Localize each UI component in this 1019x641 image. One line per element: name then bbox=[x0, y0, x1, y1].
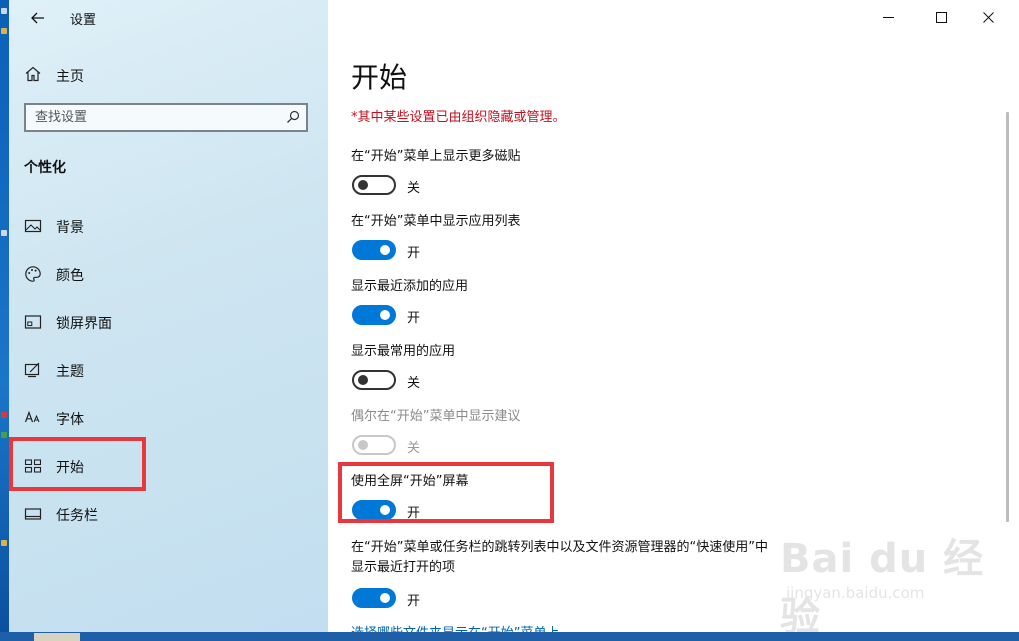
page-title: 开始 bbox=[351, 61, 408, 94]
sidebar-item-label: 锁屏界面 bbox=[56, 316, 112, 332]
setting-suggestions: 偶尔在“开始”菜单中显示建议 关 bbox=[351, 407, 520, 459]
close-icon bbox=[982, 11, 994, 23]
setting-label-line1: 在“开始”菜单或任务栏的跳转列表中以及文件资源管理器的“快速使用”中 bbox=[351, 540, 768, 555]
maximize-button[interactable] bbox=[918, 0, 964, 34]
taskbar-thumbnail bbox=[34, 633, 80, 641]
toggle-switch[interactable] bbox=[352, 240, 396, 260]
toggle-state: 关 bbox=[407, 376, 421, 391]
toggle-switch[interactable] bbox=[352, 370, 396, 390]
toggle-state: 开 bbox=[407, 311, 421, 326]
section-title: 个性化 bbox=[24, 160, 66, 176]
picture-icon bbox=[24, 219, 42, 233]
desktop-icon-fragment bbox=[1, 540, 7, 546]
sidebar-item-taskbar[interactable]: 任务栏 bbox=[9, 494, 328, 534]
close-button[interactable] bbox=[965, 0, 1011, 34]
taskbar-strip bbox=[0, 632, 1019, 641]
palette-icon bbox=[25, 266, 41, 282]
toggle-switch[interactable] bbox=[352, 500, 396, 520]
sidebar-item-colors[interactable]: 颜色 bbox=[9, 254, 328, 294]
settings-sidebar: 设置 主页 个性化 背景 颜色 锁屏界面 bbox=[9, 0, 328, 632]
desktop-icon-fragment bbox=[1, 412, 7, 418]
toggle-switch[interactable] bbox=[352, 175, 396, 195]
desktop-icon-fragment bbox=[1, 432, 7, 438]
sidebar-item-label: 任务栏 bbox=[56, 508, 98, 524]
toggle-switch bbox=[352, 435, 396, 455]
sidebar-item-background[interactable]: 背景 bbox=[9, 206, 328, 246]
back-button[interactable] bbox=[21, 4, 55, 32]
setting-recently-added: 显示最近添加的应用 开 bbox=[351, 277, 468, 329]
sidebar-item-label: 主页 bbox=[56, 69, 84, 85]
main-content: 开始 *其中某些设置已由组织隐藏或管理。 在“开始”菜单上显示更多磁贴 关 在“… bbox=[328, 0, 1019, 632]
setting-label: 使用全屏“开始”屏幕 bbox=[351, 474, 469, 489]
toggle-state: 开 bbox=[407, 246, 421, 261]
theme-icon bbox=[24, 362, 40, 378]
search-input[interactable] bbox=[26, 105, 285, 130]
minimize-button[interactable] bbox=[865, 0, 911, 34]
sidebar-item-label: 主题 bbox=[56, 364, 84, 380]
scrollbar[interactable] bbox=[1006, 112, 1009, 522]
setting-label: 在“开始”菜单上显示更多磁贴 bbox=[351, 149, 521, 164]
toggle-state: 开 bbox=[407, 506, 421, 521]
home-icon bbox=[25, 66, 41, 82]
watermark: Bai du 经验 jingyan.baidu.com bbox=[780, 526, 1000, 632]
desktop-icon-fragment bbox=[1, 28, 7, 34]
sidebar-item-fonts[interactable]: 字体 bbox=[9, 398, 328, 438]
watermark-brand: Bai du 经验 bbox=[780, 536, 985, 632]
setting-full-screen-start: 使用全屏“开始”屏幕 开 bbox=[351, 472, 468, 524]
toggle-state: 关 bbox=[407, 441, 421, 456]
setting-recent-items: 在“开始”菜单或任务栏的跳转列表中以及文件资源管理器的“快速使用”中 显示最近打… bbox=[351, 538, 768, 612]
start-icon bbox=[24, 459, 42, 473]
setting-label: 偶尔在“开始”菜单中显示建议 bbox=[351, 409, 521, 424]
app-title: 设置 bbox=[70, 13, 97, 28]
font-icon bbox=[24, 410, 40, 423]
desktop-icon-fragment bbox=[1, 230, 7, 236]
desktop-edge bbox=[0, 0, 9, 641]
minimize-icon bbox=[882, 16, 894, 18]
lock-screen-icon bbox=[24, 315, 42, 329]
sidebar-item-home[interactable]: 主页 bbox=[9, 58, 328, 90]
setting-app-list: 在“开始”菜单中显示应用列表 开 bbox=[351, 212, 520, 264]
policy-warning: *其中某些设置已由组织隐藏或管理。 bbox=[351, 110, 566, 125]
setting-label: 在“开始”菜单中显示应用列表 bbox=[351, 214, 521, 229]
setting-label-line2: 显示最近打开的项 bbox=[351, 560, 456, 575]
sidebar-item-label: 开始 bbox=[56, 460, 84, 476]
maximize-icon bbox=[935, 11, 947, 23]
sidebar-item-label: 颜色 bbox=[56, 268, 84, 284]
sidebar-item-start[interactable]: 开始 bbox=[9, 446, 328, 486]
toggle-state: 开 bbox=[407, 594, 421, 609]
search-box[interactable] bbox=[24, 103, 308, 132]
toggle-switch[interactable] bbox=[352, 305, 396, 325]
toggle-switch[interactable] bbox=[352, 588, 396, 608]
sidebar-item-themes[interactable]: 主题 bbox=[9, 350, 328, 390]
watermark-url: jingyan.baidu.com bbox=[786, 584, 925, 602]
search-icon[interactable] bbox=[286, 110, 300, 124]
toggle-state: 关 bbox=[407, 181, 421, 196]
taskbar-icon bbox=[24, 508, 42, 520]
setting-label: 显示最近添加的应用 bbox=[351, 279, 469, 294]
sidebar-item-label: 字体 bbox=[56, 412, 84, 428]
choose-folders-link[interactable]: 选择哪些文件夹显示在“开始”菜单上 bbox=[351, 622, 559, 632]
sidebar-item-lock-screen[interactable]: 锁屏界面 bbox=[9, 302, 328, 342]
back-arrow-icon bbox=[31, 12, 44, 24]
setting-most-used: 显示最常用的应用 关 bbox=[351, 342, 455, 394]
setting-label: 显示最常用的应用 bbox=[351, 344, 456, 359]
desktop-icon-fragment bbox=[1, 8, 7, 14]
sidebar-item-label: 背景 bbox=[56, 220, 84, 236]
setting-more-tiles: 在“开始”菜单上显示更多磁贴 关 bbox=[351, 147, 520, 199]
